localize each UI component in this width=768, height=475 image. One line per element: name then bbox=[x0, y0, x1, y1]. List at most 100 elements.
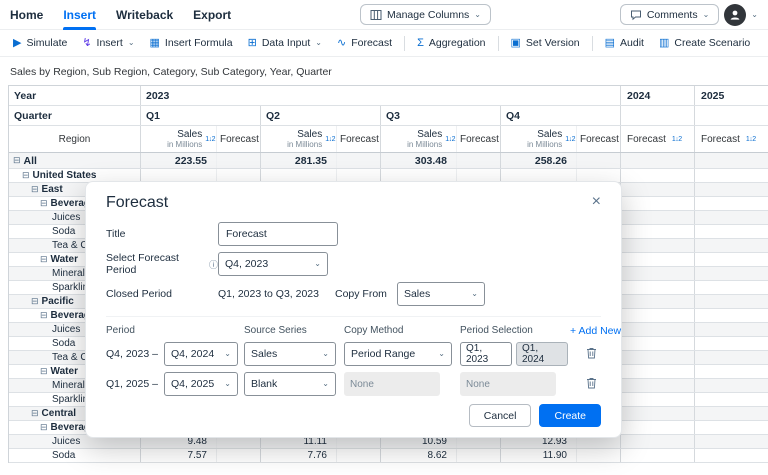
collapse-icon[interactable]: ⊟ bbox=[40, 422, 48, 433]
forecast-2024-cell[interactable] bbox=[621, 183, 695, 196]
forecast-2025-cell[interactable] bbox=[695, 379, 768, 392]
period-selection-field[interactable]: Q1, 2024 bbox=[516, 342, 568, 366]
comments-button[interactable]: Comments ⌄ bbox=[620, 4, 719, 25]
forecast-2024-cell[interactable] bbox=[621, 153, 695, 168]
forecast-2025-cell[interactable] bbox=[695, 337, 768, 350]
forecast-cell[interactable] bbox=[337, 153, 381, 168]
forecast-2024-cell[interactable] bbox=[621, 379, 695, 392]
tab-writeback[interactable]: Writeback bbox=[116, 0, 173, 30]
forecast-2024-cell[interactable] bbox=[621, 407, 695, 420]
forecast-2024-cell[interactable] bbox=[621, 351, 695, 364]
insert-formula-button[interactable]: ▦Insert Formula bbox=[143, 32, 240, 55]
period-selection-field[interactable]: Q1, 2023 bbox=[460, 342, 512, 366]
close-icon[interactable]: × bbox=[592, 194, 601, 210]
collapse-icon[interactable]: ⊟ bbox=[22, 170, 30, 181]
forecast-2025-cell[interactable] bbox=[695, 393, 768, 406]
forecast-2025-cell[interactable] bbox=[695, 407, 768, 420]
copy-method-select[interactable]: Period Range⌄ bbox=[344, 342, 452, 366]
sales-header[interactable]: Salesin Millions 1↓2 bbox=[381, 126, 457, 152]
create-scenario-button[interactable]: ▥Create Scenario bbox=[652, 32, 757, 55]
sort-icon[interactable]: 1↓2 bbox=[565, 136, 575, 143]
forecast-2025-cell[interactable] bbox=[695, 295, 768, 308]
forecast-2025-cell[interactable] bbox=[695, 225, 768, 238]
forecast-2024-cell[interactable] bbox=[621, 239, 695, 252]
forecast-2024-cell[interactable] bbox=[621, 295, 695, 308]
forecast-2025-cell[interactable] bbox=[695, 211, 768, 224]
set-version-button[interactable]: ▣Set Version bbox=[504, 32, 587, 55]
forecast-2024-cell[interactable] bbox=[621, 435, 695, 448]
sales-header[interactable]: Salesin Millions 1↓2 bbox=[261, 126, 337, 152]
sales-cell[interactable]: 11.90 bbox=[501, 449, 577, 462]
simulate-button[interactable]: ▶Simulate bbox=[6, 32, 74, 55]
forecast-2024-cell[interactable] bbox=[621, 169, 695, 182]
audit-button[interactable]: ▤Audit bbox=[598, 32, 651, 55]
forecast-cell[interactable] bbox=[457, 153, 501, 168]
forecast-2025-cell[interactable] bbox=[695, 421, 768, 434]
collapse-icon[interactable]: ⊟ bbox=[40, 198, 48, 209]
trash-icon[interactable] bbox=[586, 377, 597, 392]
forecast-2024-cell[interactable] bbox=[621, 253, 695, 266]
info-icon[interactable]: ⓘ bbox=[209, 258, 218, 271]
manage-columns-button[interactable]: Manage Columns ⌄ bbox=[360, 4, 491, 25]
forecast-cell[interactable] bbox=[577, 153, 621, 168]
create-button[interactable]: Create bbox=[539, 404, 601, 427]
forecast-2025-cell[interactable] bbox=[695, 281, 768, 294]
forecast-2024-cell[interactable] bbox=[621, 281, 695, 294]
sort-icon[interactable]: 1↓2 bbox=[445, 136, 455, 143]
add-new-button[interactable]: + Add New bbox=[570, 325, 621, 337]
forecast-2024-cell[interactable] bbox=[621, 309, 695, 322]
aggregation-button[interactable]: ΣAggregation bbox=[410, 32, 492, 55]
collapse-icon[interactable]: ⊟ bbox=[31, 184, 39, 195]
sales-cell[interactable]: 303.48 bbox=[381, 153, 457, 168]
tab-home[interactable]: Home bbox=[10, 0, 43, 30]
title-input[interactable] bbox=[218, 222, 338, 246]
forecast-2024-cell[interactable] bbox=[621, 421, 695, 434]
sales-cell[interactable]: 223.55 bbox=[141, 153, 217, 168]
forecast-2025-cell[interactable] bbox=[695, 183, 768, 196]
collapse-icon[interactable]: ⊟ bbox=[31, 296, 39, 307]
collapse-icon[interactable]: ⊟ bbox=[40, 366, 48, 377]
forecast-2025-cell[interactable] bbox=[695, 365, 768, 378]
forecast-cell[interactable] bbox=[457, 449, 501, 462]
collapse-icon[interactable]: ⊟ bbox=[31, 408, 39, 419]
forecast-2025-cell[interactable] bbox=[695, 309, 768, 322]
insert-button[interactable]: ↯Insert⌄ bbox=[75, 32, 141, 55]
sales-cell[interactable]: 7.76 bbox=[261, 449, 337, 462]
sort-icon[interactable]: 1↓2 bbox=[205, 136, 215, 143]
forecast-2025-cell[interactable] bbox=[695, 197, 768, 210]
table-row[interactable]: Soda 7.57 7.76 8.62 11.90 bbox=[9, 449, 768, 463]
forecast-button[interactable]: ∿Forecast bbox=[330, 32, 399, 55]
region-cell[interactable]: Soda bbox=[9, 449, 141, 462]
table-row[interactable]: ⊟ All 223.55 281.35 303.48 258.26 bbox=[9, 153, 768, 169]
period-to-select[interactable]: Q4, 2024⌄ bbox=[164, 342, 238, 366]
forecast-2024-cell[interactable] bbox=[621, 211, 695, 224]
forecast-2024-cell[interactable] bbox=[621, 449, 695, 462]
forecast-2024-cell[interactable] bbox=[621, 323, 695, 336]
sales-cell[interactable]: 7.57 bbox=[141, 449, 217, 462]
source-series-select[interactable]: Sales⌄ bbox=[244, 342, 336, 366]
sales-cell[interactable]: 258.26 bbox=[501, 153, 577, 168]
forecast-2024-cell[interactable] bbox=[621, 197, 695, 210]
trash-icon[interactable] bbox=[586, 347, 597, 362]
forecast-2025-cell[interactable] bbox=[695, 351, 768, 364]
tab-export[interactable]: Export bbox=[193, 0, 231, 30]
forecast-2025-cell[interactable] bbox=[695, 239, 768, 252]
period-to-select[interactable]: Q4, 2025⌄ bbox=[164, 372, 238, 396]
source-series-select[interactable]: Blank⌄ bbox=[244, 372, 336, 396]
sort-icon[interactable]: 1↓2 bbox=[672, 136, 682, 143]
forecast-2025-cell[interactable] bbox=[695, 323, 768, 336]
collapse-icon[interactable]: ⊟ bbox=[40, 254, 48, 265]
forecast-2024-cell[interactable] bbox=[621, 337, 695, 350]
collapse-icon[interactable]: ⊟ bbox=[13, 155, 21, 166]
forecast-2024-cell[interactable] bbox=[621, 225, 695, 238]
forecast-cell[interactable] bbox=[217, 449, 261, 462]
forecast-2025-cell[interactable] bbox=[695, 253, 768, 266]
forecast-2025-cell[interactable] bbox=[695, 449, 768, 462]
avatar[interactable] bbox=[724, 4, 746, 26]
forecast-period-select[interactable]: Q4, 2023⌄ bbox=[218, 252, 328, 276]
sales-header[interactable]: Salesin Millions 1↓2 bbox=[141, 126, 217, 152]
tab-insert[interactable]: Insert bbox=[63, 0, 96, 30]
sort-icon[interactable]: 1↓2 bbox=[325, 136, 335, 143]
sales-cell[interactable]: 281.35 bbox=[261, 153, 337, 168]
forecast-2024-cell[interactable] bbox=[621, 365, 695, 378]
